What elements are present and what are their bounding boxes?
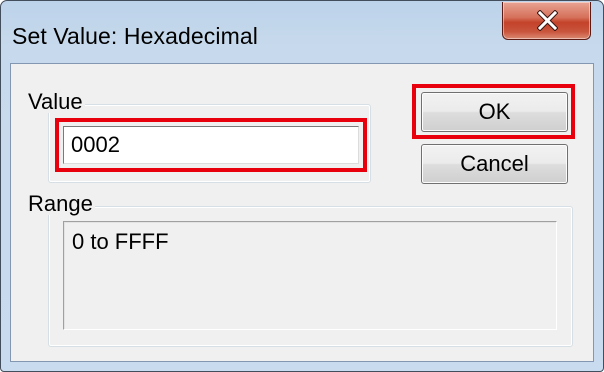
close-button[interactable] — [502, 2, 591, 40]
range-display: 0 to FFFF — [63, 221, 557, 330]
window-title: Set Value: Hexadecimal — [12, 23, 258, 49]
ok-button[interactable]: OK — [421, 92, 568, 132]
dialog-body: Value Range 0 to FFFF OK Cancel — [10, 63, 594, 362]
title-bar[interactable]: Set Value: Hexadecimal — [1, 1, 603, 63]
dialog-window: Set Value: Hexadecimal Value Range 0 to … — [0, 0, 604, 372]
value-group-label: Value — [26, 89, 85, 114]
range-text: 0 to FFFF — [72, 229, 169, 254]
cancel-button[interactable]: Cancel — [421, 144, 568, 184]
range-group-label: Range — [26, 191, 95, 216]
value-input[interactable] — [63, 126, 359, 164]
close-x-icon — [537, 10, 558, 31]
